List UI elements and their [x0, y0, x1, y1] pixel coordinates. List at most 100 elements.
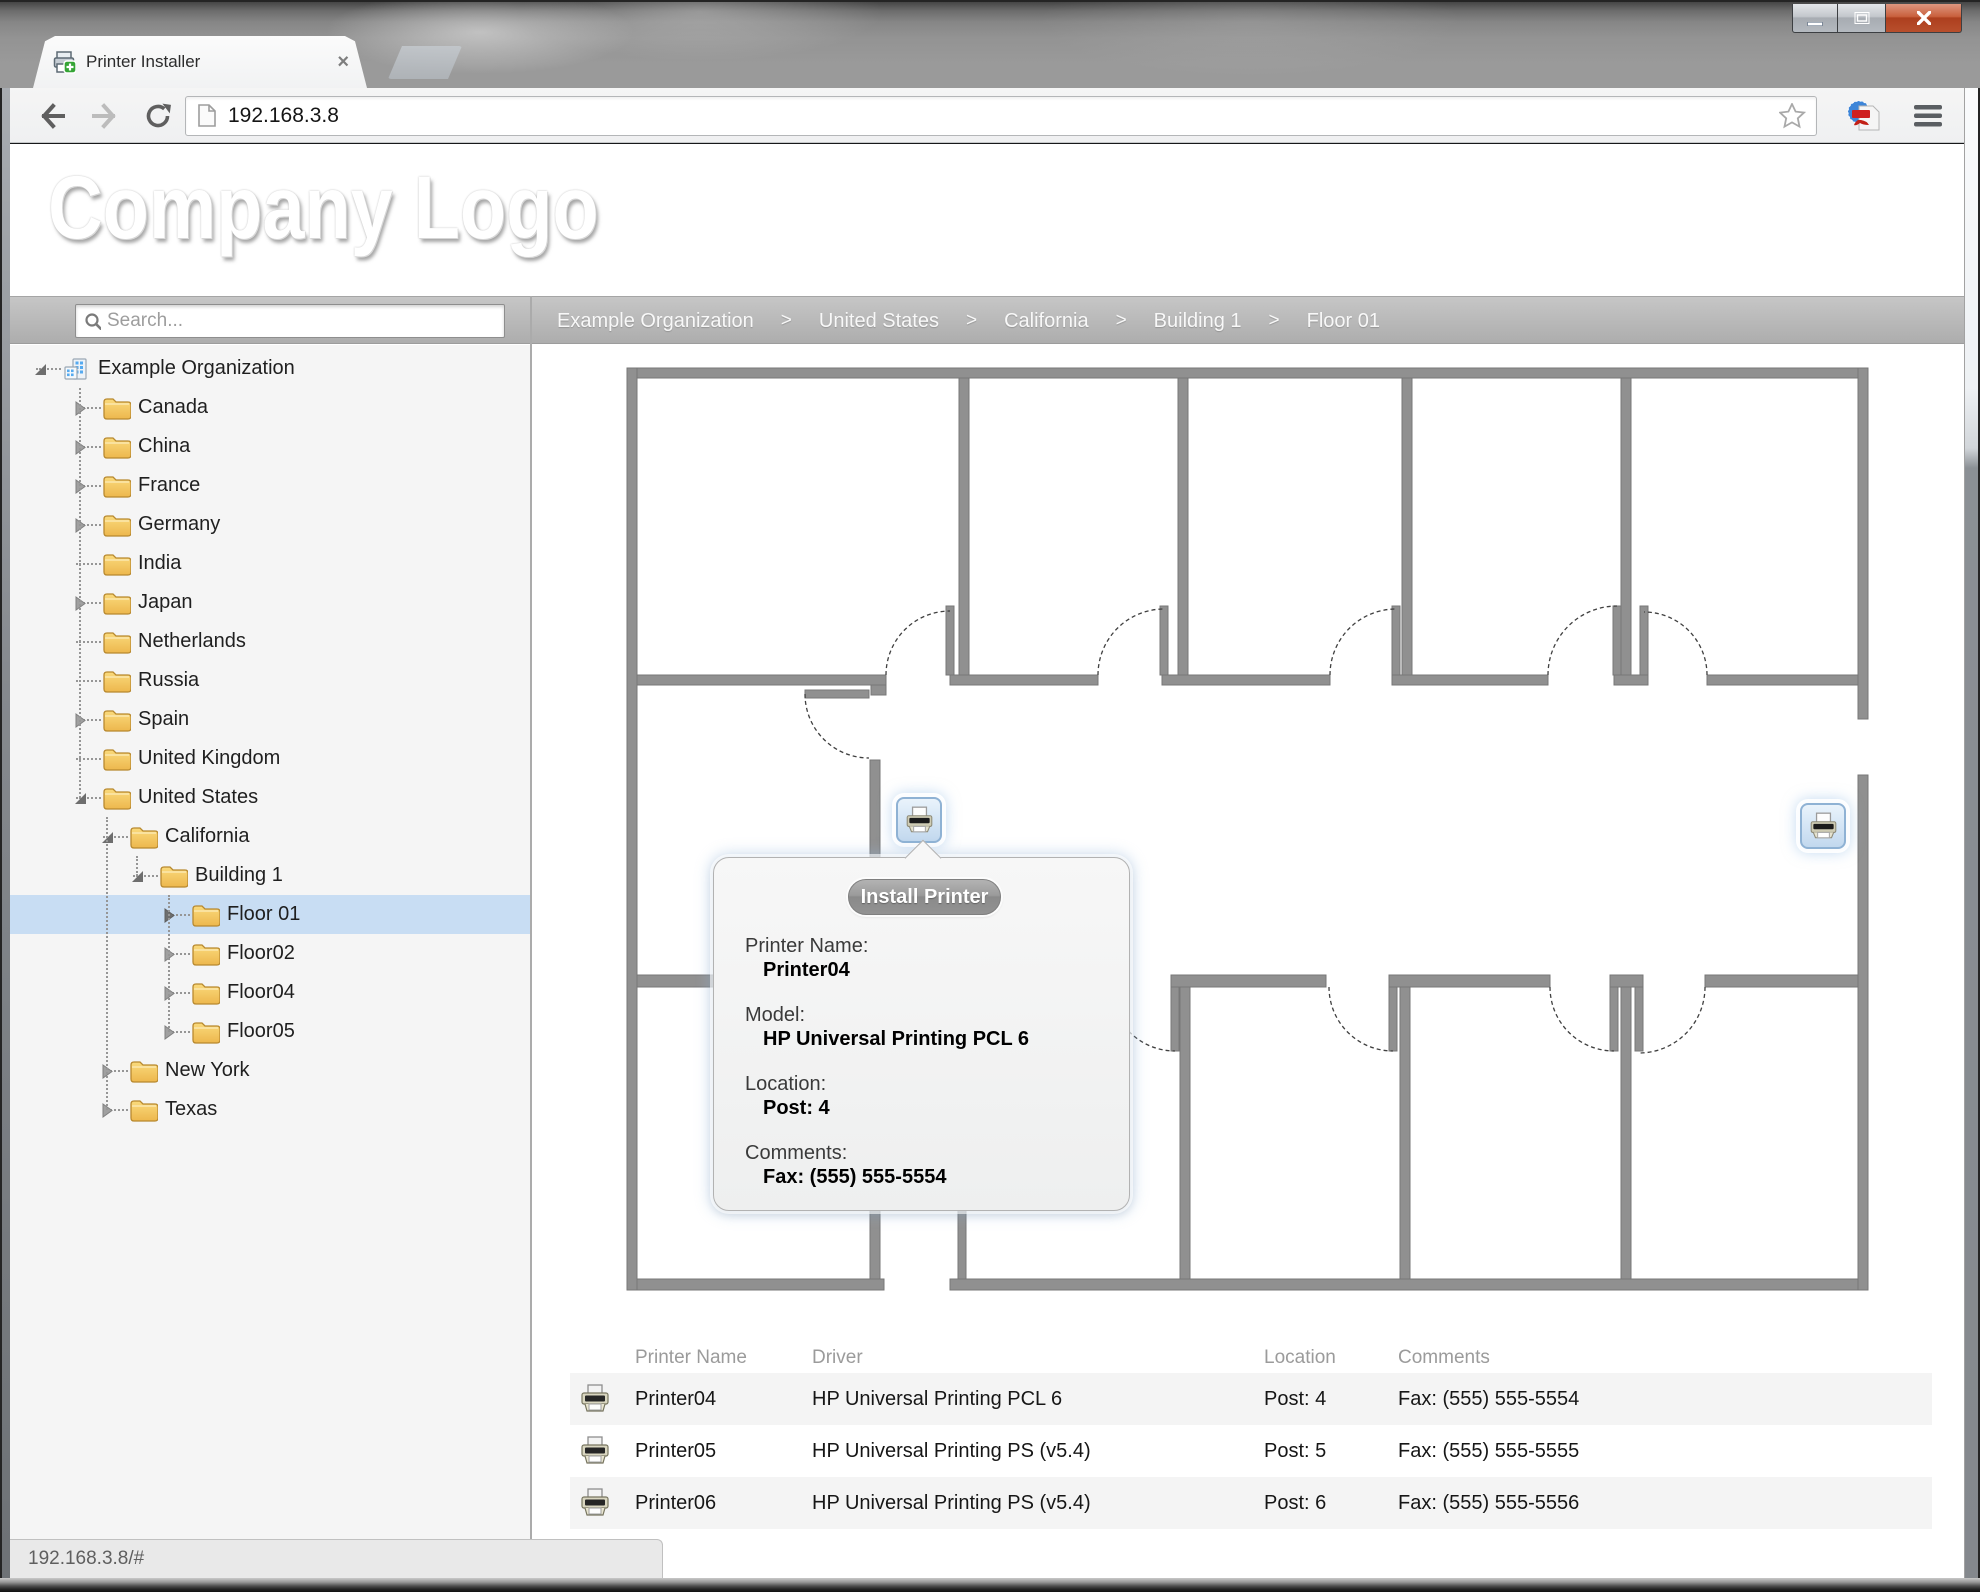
status-url: 192.168.3.8/# [28, 1548, 145, 1569]
menu-button[interactable] [1908, 88, 1948, 143]
breadcrumb-item[interactable]: Example Organization [557, 310, 754, 333]
browser-tab[interactable]: Printer Installer × [33, 36, 367, 88]
folder-icon [103, 632, 131, 654]
printer-table-header-com: Comments [1398, 1347, 1490, 1368]
popover-field: Location: Post: 4 [745, 1072, 1029, 1120]
tree-expander-open-icon[interactable] [32, 361, 48, 377]
folder-icon [192, 905, 220, 927]
url-text[interactable]: 192.168.3.8 [228, 104, 1779, 128]
folder-icon [103, 710, 131, 732]
printer-table-header-loc: Location [1264, 1347, 1336, 1368]
tree-item-united-states[interactable]: United States [10, 778, 530, 817]
tree-item-canada[interactable]: Canada [10, 388, 530, 427]
breadcrumb-item[interactable]: California [1004, 310, 1088, 333]
breadcrumb-item[interactable]: Building 1 [1154, 310, 1242, 333]
folder-icon [130, 1100, 158, 1122]
popover-field-label: Printer Name: [745, 935, 869, 957]
tree-item-russia[interactable]: Russia [10, 661, 530, 700]
tree-item-building-1[interactable]: Building 1 [10, 856, 530, 895]
folder-icon [103, 554, 131, 576]
printer-table-header-driver: Driver [812, 1347, 863, 1368]
tree-item-floor05[interactable]: Floor05 [10, 1012, 530, 1051]
address-bar[interactable]: 192.168.3.8 [185, 96, 1817, 136]
organization-icon [64, 358, 87, 380]
tree-item-netherlands[interactable]: Netherlands [10, 622, 530, 661]
pdf-extension-icon[interactable] [1843, 88, 1885, 143]
popover-field: Comments: Fax: (555) 555-5554 [745, 1141, 1029, 1189]
tab-close-icon[interactable]: × [337, 52, 349, 72]
tree-item-new-york[interactable]: New York [10, 1051, 530, 1090]
tree-item-floor-01[interactable]: Floor 01 [10, 895, 530, 934]
back-button[interactable] [32, 88, 72, 143]
search-icon [85, 313, 101, 330]
tree-item-india[interactable]: India [10, 544, 530, 583]
breadcrumb: Example Organization > United States > Calif… [557, 297, 1944, 345]
folder-icon [192, 944, 220, 966]
printer-driver-cell: HP Universal Printing PCL 6 [812, 1387, 1063, 1410]
printer-table-row[interactable]: Printer04 HP Universal Printing PCL 6 Po… [570, 1373, 1932, 1425]
printer-table-row[interactable]: Printer05 HP Universal Printing PS (v5.4… [570, 1425, 1932, 1477]
printer-popover: Install Printer Printer Name: Printer04 Mo… [713, 839, 1130, 1211]
printer-table-row[interactable]: Printer06 HP Universal Printing PS (v5.4… [570, 1477, 1932, 1529]
tree-item-label: Spain [138, 708, 190, 730]
printer-comments-cell: Fax: (555) 555-5556 [1398, 1491, 1580, 1514]
forward-button[interactable] [85, 88, 125, 143]
tree-item-floor02[interactable]: Floor02 [10, 934, 530, 973]
tree-item-france[interactable]: France [10, 466, 530, 505]
maximize-button[interactable] [1838, 4, 1886, 33]
breadcrumb-item[interactable]: Floor 01 [1307, 310, 1380, 333]
tree-item-label: Japan [138, 591, 193, 613]
printer-icon [581, 1384, 609, 1412]
sidebar-tree-panel: Example Organization Canada China France Ger… [10, 345, 530, 1578]
folder-icon [103, 437, 131, 459]
popover-field-label: Location: [745, 1073, 827, 1095]
tree-item-united-kingdom[interactable]: United Kingdom [10, 739, 530, 778]
window-frame-bottom [0, 1578, 1980, 1592]
tree-item-california[interactable]: California [10, 817, 530, 856]
search-input[interactable] [107, 310, 496, 332]
printer-table: Printer Name Driver Location Comments Print… [570, 1347, 1932, 1529]
close-button[interactable] [1886, 4, 1962, 33]
tree-item-example-organization[interactable]: Example Organization [10, 349, 530, 388]
popover-field-value: Fax: (555) 555-5554 [763, 1166, 947, 1188]
tree-item-label: Floor04 [227, 981, 295, 1003]
tree-item-label: Netherlands [138, 630, 246, 652]
popover-field: Printer Name: Printer04 [745, 934, 1029, 982]
reload-button[interactable] [138, 88, 178, 143]
tree-item-label: China [138, 435, 191, 457]
minimize-button[interactable] [1792, 4, 1838, 33]
tree-item-germany[interactable]: Germany [10, 505, 530, 544]
tree-item-texas[interactable]: Texas [10, 1090, 530, 1129]
tree-item-label: Floor05 [227, 1020, 295, 1042]
tree-item-floor04[interactable]: Floor04 [10, 973, 530, 1012]
bookmark-star-icon[interactable] [1779, 103, 1806, 129]
tree-connector [106, 817, 108, 1110]
breadcrumb-separator: > [1115, 310, 1127, 331]
tree-item-label: California [165, 825, 250, 847]
tree-connector [168, 895, 170, 1032]
tab-favicon-printer-icon [53, 51, 76, 74]
install-printer-button[interactable]: Install Printer [848, 879, 1001, 915]
tree-item-label: Example Organization [98, 357, 295, 379]
window-controls [1792, 4, 1962, 33]
tree-item-label: Floor02 [227, 942, 295, 964]
window-frame-left [0, 88, 10, 1592]
browser-window: Printer Installer × 192.168.3.8 Company … [0, 0, 1980, 1592]
search-box[interactable] [75, 304, 505, 338]
floor-plan-panel: Install Printer Printer Name: Printer04 Mo… [532, 345, 1964, 1578]
popover-field-label: Model: [745, 1004, 806, 1026]
tree-item-label: United Kingdom [138, 747, 281, 769]
printer-icon [581, 1436, 609, 1464]
popover-field: Model: HP Universal Printing PCL 6 [745, 1003, 1029, 1051]
popover-field-value: Printer04 [763, 959, 850, 981]
printer-icon [581, 1488, 609, 1516]
tree-item-spain[interactable]: Spain [10, 700, 530, 739]
map-printer-icon-printer04[interactable] [896, 797, 942, 843]
browser-toolbar: 192.168.3.8 [10, 88, 1964, 143]
breadcrumb-item[interactable]: United States [819, 310, 939, 333]
map-printer-icon-printer06[interactable] [1800, 803, 1846, 849]
tree-item-japan[interactable]: Japan [10, 583, 530, 622]
tree-item-label: India [138, 552, 182, 574]
folder-icon [103, 671, 131, 693]
tree-item-china[interactable]: China [10, 427, 530, 466]
